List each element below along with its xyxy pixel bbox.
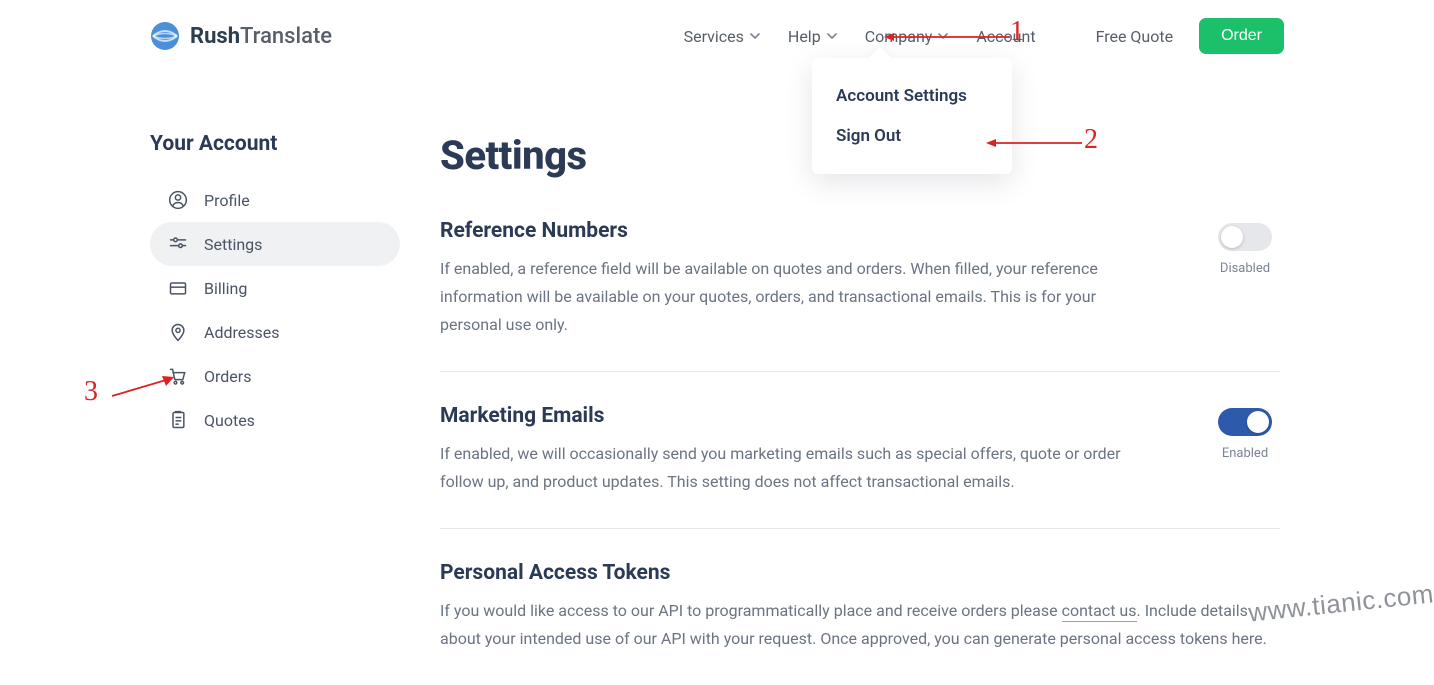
dropdown-account-settings[interactable]: Account Settings [812, 76, 1012, 116]
content: Settings Reference Numbers If enabled, a… [440, 132, 1280, 685]
sidebar-title: Your Account [150, 132, 400, 156]
section-desc: If you would like access to our API to p… [440, 597, 1280, 653]
account-dropdown: Account Settings Sign Out [812, 58, 1012, 174]
billing-icon [168, 278, 188, 298]
chevron-down-icon [750, 31, 760, 41]
free-quote-link[interactable]: Free Quote [1096, 27, 1174, 46]
sidebar-item-profile[interactable]: Profile [150, 178, 400, 222]
logo[interactable]: RushTranslate [150, 21, 332, 51]
nav-account[interactable]: Account [976, 27, 1035, 46]
sidebar-item-label: Billing [204, 279, 247, 298]
contact-us-link[interactable]: contact us [1062, 601, 1137, 622]
settings-icon [168, 234, 188, 254]
profile-icon [168, 190, 188, 210]
nav-company[interactable]: Company [865, 27, 949, 46]
sidebar: Your Account Profile Settings [150, 132, 400, 685]
nav: Services Help Company Account [684, 27, 1036, 46]
section-desc: If enabled, a reference field will be av… [440, 255, 1130, 339]
sidebar-item-label: Addresses [204, 323, 280, 342]
orders-icon [168, 366, 188, 386]
marketing-toggle[interactable] [1218, 408, 1272, 436]
nav-services[interactable]: Services [684, 27, 760, 46]
addresses-icon [168, 322, 188, 342]
sidebar-item-settings[interactable]: Settings [150, 222, 400, 266]
section-reference-numbers: Reference Numbers If enabled, a referenc… [440, 219, 1280, 372]
nav-help-label: Help [788, 27, 821, 46]
section-marketing-emails: Marketing Emails If enabled, we will occ… [440, 404, 1280, 529]
desc-pre: If you would like access to our API to p… [440, 601, 1062, 620]
nav-help[interactable]: Help [788, 27, 837, 46]
sidebar-item-label: Quotes [204, 411, 255, 430]
reference-toggle[interactable] [1218, 223, 1272, 251]
quotes-icon [168, 410, 188, 430]
toggle-label: Enabled [1222, 446, 1268, 461]
header: RushTranslate Services Help Company Acco… [0, 0, 1434, 72]
sidebar-item-billing[interactable]: Billing [150, 266, 400, 310]
chevron-down-icon [827, 31, 837, 41]
main: Your Account Profile Settings [0, 132, 1434, 685]
sidebar-item-orders[interactable]: Orders [150, 354, 400, 398]
section-desc: If enabled, we will occasionally send yo… [440, 440, 1130, 496]
section-title: Marketing Emails [440, 404, 1130, 428]
chevron-down-icon [938, 31, 948, 41]
header-right: Free Quote Order [1096, 18, 1284, 54]
logo-icon [150, 21, 180, 51]
section-title: Reference Numbers [440, 219, 1130, 243]
toggle-label: Disabled [1220, 261, 1270, 276]
order-button[interactable]: Order [1199, 18, 1284, 54]
sidebar-item-label: Settings [204, 235, 262, 254]
nav-company-label: Company [865, 27, 933, 46]
section-title: Personal Access Tokens [440, 561, 1280, 585]
sidebar-item-quotes[interactable]: Quotes [150, 398, 400, 442]
sidebar-item-label: Orders [204, 367, 251, 386]
nav-account-label: Account [976, 27, 1035, 46]
dropdown-sign-out[interactable]: Sign Out [812, 116, 1012, 156]
sidebar-item-label: Profile [204, 191, 250, 210]
section-personal-access-tokens: Personal Access Tokens If you would like… [440, 561, 1280, 685]
logo-text: RushTranslate [190, 24, 332, 49]
sidebar-item-addresses[interactable]: Addresses [150, 310, 400, 354]
nav-services-label: Services [684, 27, 744, 46]
